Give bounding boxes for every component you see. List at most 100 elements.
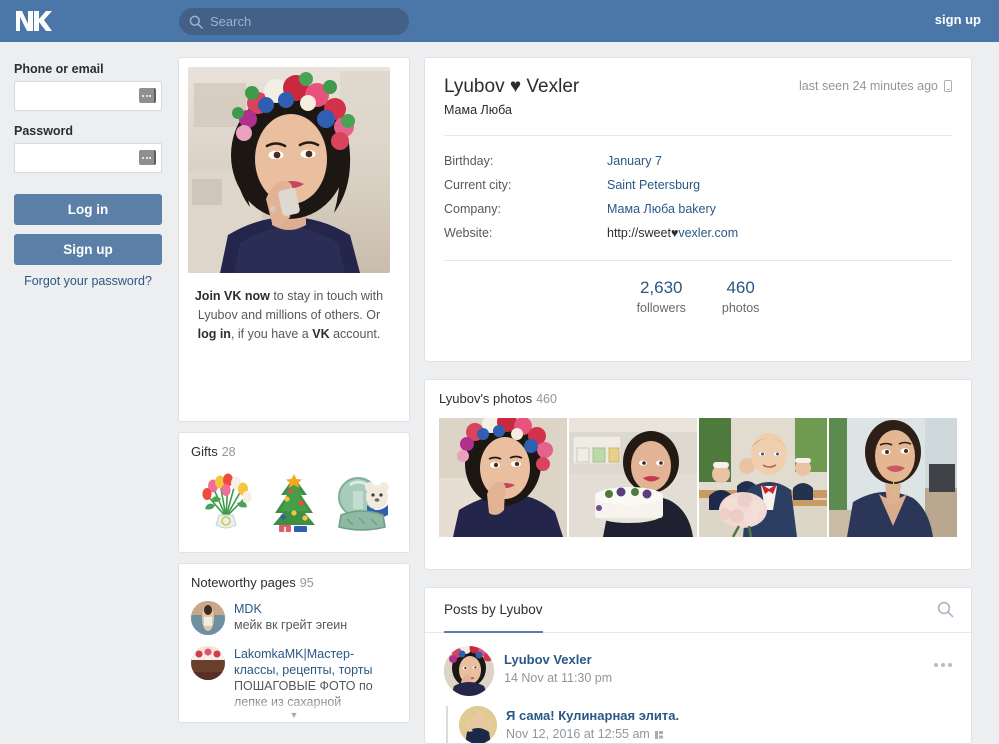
photo-thumb-woman-holding-cake[interactable]: [569, 418, 697, 537]
join-line-2: Lyubov and millions of others.: [197, 308, 363, 322]
signup-link[interactable]: sign up: [935, 12, 981, 27]
posts-tab-bar: Posts by Lyubov: [425, 588, 971, 633]
photos-count: 460: [726, 278, 755, 297]
avatar[interactable]: [459, 706, 497, 743]
post-author-link[interactable]: Lyubov Vexler: [504, 651, 612, 668]
photos-label: photos: [721, 301, 760, 315]
search-icon: [189, 15, 203, 29]
repost-timestamp: Nov 12, 2016 at 12:55 am: [506, 726, 679, 743]
list-item[interactable]: MDK мейк вк грейт эгеин: [191, 601, 397, 635]
gifts-title-text: Gifts: [191, 444, 218, 459]
followers-label: followers: [636, 301, 686, 315]
post-item: Lyubov Vexler 14 Nov at 11:30 pm Я сама!…: [425, 633, 971, 743]
detail-label: Current city:: [444, 178, 512, 192]
photo-thumb-woman-blue-dress[interactable]: [829, 418, 957, 537]
page-description: ПОШАГОВЫЕ ФОТО по лепке из сахарной: [234, 679, 373, 709]
gift-tulips-bouquet[interactable]: [195, 471, 257, 533]
password-field[interactable]: [14, 143, 162, 173]
join-bold-1: Join VK now: [194, 289, 270, 303]
tab-posts-by-lyubov[interactable]: Posts by Lyubov: [444, 588, 543, 633]
detail-label: Website:: [444, 226, 493, 240]
detail-value-website[interactable]: http://sweet♥vexler.com: [607, 221, 738, 245]
page-description: мейк вк грейт эгеин: [234, 618, 348, 632]
page-link-lakomka[interactable]: LakomkaMK|Мастер-классы, рецепты, торты: [234, 646, 397, 678]
profile-details-list: Birthday: January 7 Current city: Saint …: [425, 136, 971, 245]
photos-count-badge: 460: [536, 392, 557, 406]
gifts-list: [191, 471, 397, 533]
repost-date-text: Nov 12, 2016 at 12:55 am: [506, 727, 650, 741]
detail-value-birthday[interactable]: January 7: [607, 149, 662, 173]
profile-photo-card: Join VK now to stay in touch with Lyubov…: [178, 57, 410, 422]
gift-christmas-tree[interactable]: [263, 471, 325, 533]
gifts-count: 28: [221, 445, 236, 459]
photo-thumb-boy-with-roses-classroom[interactable]: [699, 418, 827, 537]
more-options-icon[interactable]: [934, 663, 952, 667]
detail-row-birthday: Birthday: January 7: [444, 149, 952, 173]
counter-photos[interactable]: 460 photos: [722, 277, 760, 317]
last-seen-text: last seen 24 minutes ago: [799, 79, 938, 93]
avatar: [191, 601, 225, 635]
chevron-down-icon[interactable]: ▼: [290, 710, 299, 720]
search-icon[interactable]: [937, 601, 954, 623]
detail-value-current-city[interactable]: Saint Petersburg: [607, 173, 700, 197]
avatar: [191, 646, 225, 680]
website-plain-part: http://sweet: [607, 226, 671, 240]
profile-status: Мама Люба: [444, 103, 512, 117]
photos-title: Lyubov's photos 460: [439, 391, 957, 406]
profile-photo[interactable]: [188, 67, 390, 273]
join-line-4: account.: [333, 327, 381, 341]
log-in-button[interactable]: Log in: [14, 194, 162, 225]
counter-followers[interactable]: 2,630 followers: [637, 277, 686, 317]
detail-row-website: Website: http://sweet♥vexler.com: [444, 221, 952, 245]
login-sidebar: Phone or email Password Log in Sign up F…: [0, 42, 178, 702]
photos-title-text: Lyubov's photos: [439, 391, 533, 406]
noteworthy-title-text: Noteworthy pages: [191, 575, 296, 590]
join-line-3-pre: Or: [366, 308, 381, 322]
log-in-inline-link[interactable]: log in: [198, 327, 231, 341]
detail-label: Company:: [444, 202, 501, 216]
profile-info-card: Lyubov ♥ Vexler Мама Люба last seen 24 m…: [424, 57, 972, 362]
list-item[interactable]: LakomkaMK|Мастер-классы, рецепты, торты …: [191, 646, 397, 710]
top-navigation-bar: Search sign up: [0, 0, 999, 42]
followers-count: 2,630: [639, 278, 683, 297]
photos-card: Lyubov's photos 460: [424, 379, 972, 570]
photo-thumb-woman-floral-crown[interactable]: [439, 418, 567, 537]
forgot-password-link[interactable]: Forgot your password?: [14, 274, 162, 288]
autofill-icon[interactable]: [139, 88, 156, 103]
gifts-title: Gifts 28: [191, 444, 397, 459]
noteworthy-count: 95: [299, 576, 314, 590]
post-date-text: 14 Nov at 11:30 pm: [504, 671, 613, 685]
detail-row-company: Company: Мама Люба bakery: [444, 197, 952, 221]
avatar[interactable]: [444, 646, 494, 696]
gifts-card: Gifts 28: [178, 432, 410, 553]
photos-grid: [439, 418, 957, 537]
post-timestamp: 14 Nov at 11:30 pm: [504, 670, 612, 687]
page-link-mdk[interactable]: MDK: [234, 601, 397, 617]
detail-label: Birthday:: [444, 154, 494, 168]
gift-snow-globe-bear[interactable]: [331, 471, 393, 533]
search-input[interactable]: Search: [179, 8, 409, 35]
search-placeholder: Search: [210, 14, 252, 29]
join-vk-promo-text: Join VK now to stay in touch with Lyubov…: [188, 287, 390, 344]
repost-block: Я сама! Кулинарная элита. Nov 12, 2016 a…: [446, 706, 952, 743]
divider: [444, 260, 952, 261]
vk-logo-icon[interactable]: [14, 7, 54, 35]
repost-source-link[interactable]: Я сама! Кулинарная элита.: [506, 707, 679, 724]
password-label: Password: [14, 124, 74, 138]
join-rest-1: to stay in touch with: [269, 289, 384, 303]
join-line-3-mid: , if you have a: [230, 327, 313, 341]
last-seen-status: last seen 24 minutes ago: [799, 79, 952, 93]
phone-or-email-field[interactable]: [14, 81, 162, 111]
noteworthy-pages-title: Noteworthy pages 95: [191, 575, 397, 590]
sign-up-button[interactable]: Sign up: [14, 234, 162, 265]
join-bold-vk: VK: [312, 327, 330, 341]
autofill-icon[interactable]: [139, 150, 156, 165]
noteworthy-pages-card: Noteworthy pages 95 MDK мейк вк грейт эге…: [178, 563, 410, 723]
detail-row-current-city: Current city: Saint Petersburg: [444, 173, 952, 197]
mobile-phone-icon: [944, 80, 952, 92]
grid-icon: [654, 730, 664, 739]
phone-or-email-label: Phone or email: [14, 62, 104, 76]
detail-value-company[interactable]: Мама Люба bakery: [607, 197, 716, 221]
posts-card: Posts by Lyubov Lyubov Vexler 14 Nov at …: [424, 587, 972, 744]
website-link-part[interactable]: vexler.com: [678, 226, 738, 240]
